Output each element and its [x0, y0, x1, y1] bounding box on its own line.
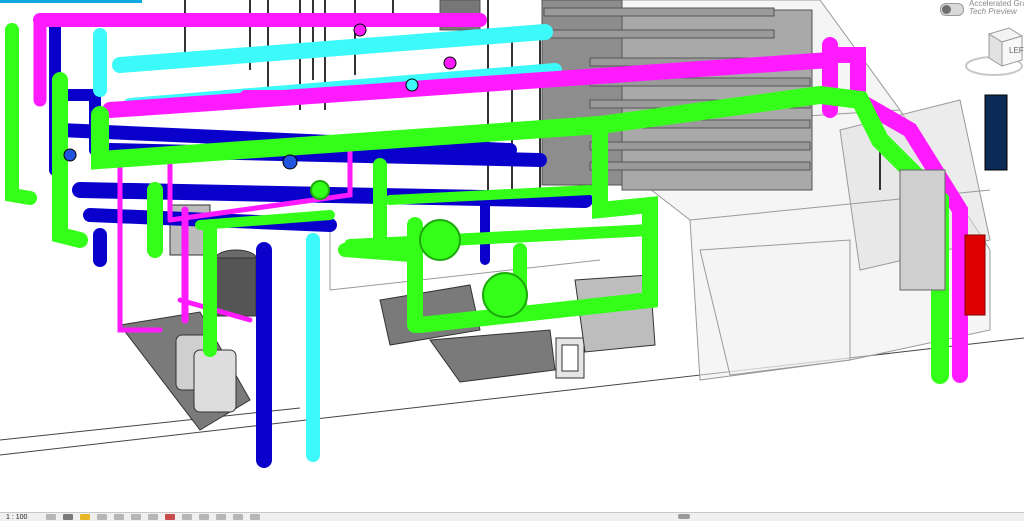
electrical-panel-red[interactable]: [964, 234, 986, 316]
sun-path-icon[interactable]: [80, 514, 90, 520]
highlight-displacement-icon[interactable]: [233, 514, 243, 520]
toggle-knob: [942, 5, 951, 14]
temporary-hide-icon[interactable]: [165, 514, 175, 520]
constraints-icon[interactable]: [250, 514, 260, 520]
detail-level-icon[interactable]: [46, 514, 56, 520]
toggle-label-line2: Tech Preview: [969, 7, 1017, 16]
electrical-panel-navy[interactable]: [984, 94, 1008, 171]
accelerated-graphics-toggle[interactable]: Accelerated Gra Tech Preview: [940, 0, 1024, 18]
show-crop-icon[interactable]: [131, 514, 141, 520]
viewcube-face-label[interactable]: LEFT: [1009, 46, 1024, 55]
analytical-model-icon[interactable]: [216, 514, 226, 520]
piping-model-scene[interactable]: [0, 0, 1024, 512]
toggle-label: Accelerated Gra Tech Preview: [969, 0, 1024, 16]
viewcube[interactable]: LEFT: [964, 22, 1024, 78]
unlock-3d-icon[interactable]: [148, 514, 158, 520]
horizontal-scroll-thumb[interactable]: [678, 514, 690, 519]
louvered-panel: [899, 169, 946, 291]
shadows-icon[interactable]: [97, 514, 107, 520]
3d-model-viewport[interactable]: Accelerated Gra Tech Preview LEFT: [0, 0, 1024, 512]
crop-view-icon[interactable]: [114, 514, 124, 520]
toggle-switch[interactable]: [940, 3, 964, 16]
view-scale[interactable]: 1 : 100: [6, 514, 46, 521]
reveal-hidden-icon[interactable]: [182, 514, 192, 520]
visual-style-icon[interactable]: [63, 514, 73, 520]
worksharing-icon[interactable]: [199, 514, 209, 520]
